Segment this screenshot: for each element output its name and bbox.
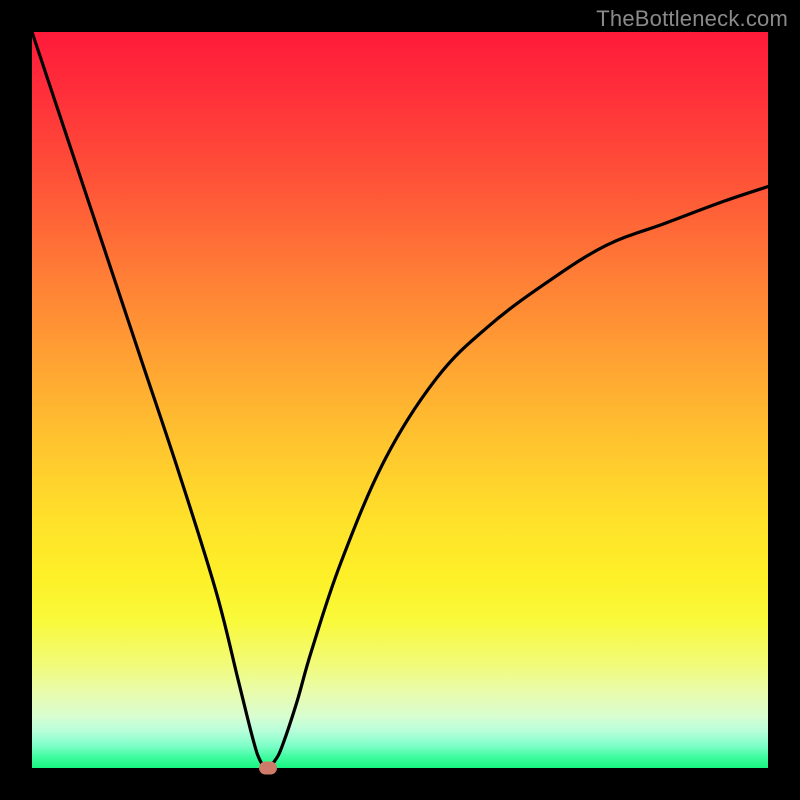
chart-frame: TheBottleneck.com (0, 0, 800, 800)
optimum-marker (259, 762, 277, 775)
plot-area (32, 32, 768, 768)
curve-svg (32, 32, 768, 768)
watermark-text: TheBottleneck.com (596, 6, 788, 32)
bottleneck-curve-path (32, 32, 768, 768)
